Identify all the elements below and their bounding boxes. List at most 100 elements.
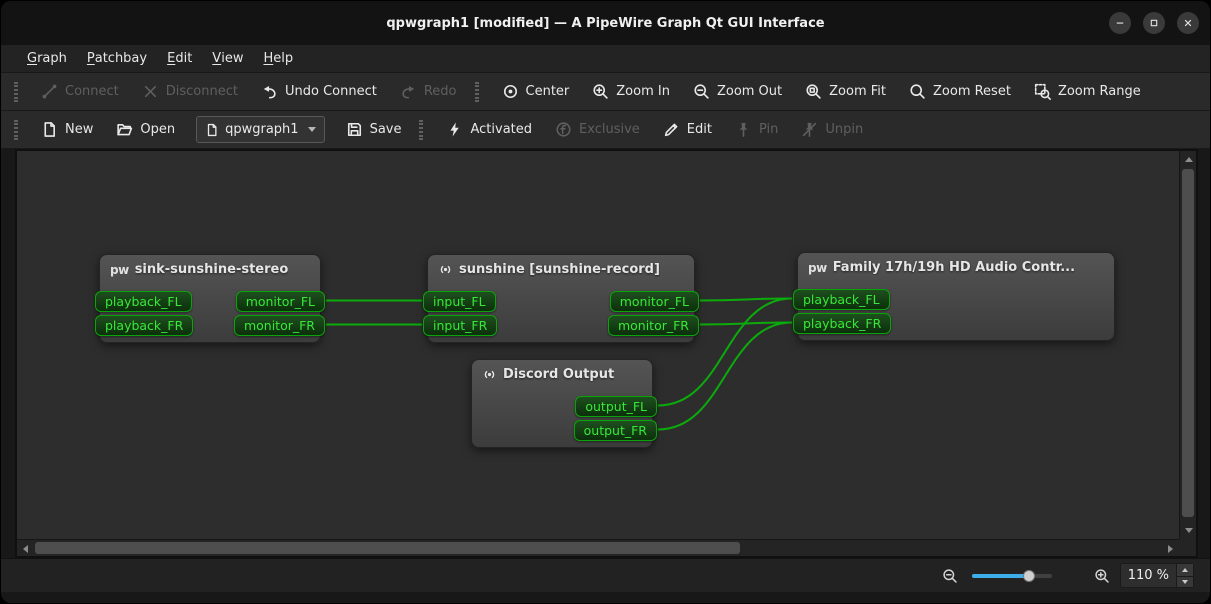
close-button[interactable] [1177, 12, 1199, 34]
port-output-fr[interactable]: output_FR [574, 420, 657, 441]
node-header: pw Family 17h/19h HD Audio Contr... [798, 253, 1114, 275]
port-monitor-fl[interactable]: monitor_FL [610, 291, 699, 312]
node-title: sink-sunshine-stereo [135, 262, 289, 277]
toolbar-handle[interactable] [14, 82, 18, 102]
button-label: Zoom Fit [829, 84, 886, 99]
node-header: pwsink-sunshine-stereo [100, 255, 320, 277]
undo-icon [261, 83, 278, 100]
zoom-decrement-button[interactable] [1177, 576, 1193, 588]
button-label: Redo [424, 84, 457, 99]
scroll-down-button[interactable] [1180, 522, 1197, 539]
unpin-button[interactable]: Unpin [791, 116, 873, 144]
open-button[interactable]: Open [106, 116, 185, 144]
monitor-icon [438, 262, 453, 277]
button-label: Zoom Out [717, 84, 782, 99]
exclusive-button[interactable]: Exclusive [545, 116, 650, 144]
graph-canvas[interactable]: pwsink-sunshine-stereoplayback_FLplaybac… [17, 151, 1179, 539]
port-playback-fr[interactable]: playback_FR [95, 315, 193, 336]
zoom-out-icon [693, 83, 710, 100]
node-family-17h-19h-hd-audio-contr[interactable]: pwFamily 17h/19h HD Audio Contr...playba… [797, 252, 1115, 341]
menu-bar: GraphPatchbayEditViewHelp [1, 45, 1210, 73]
button-label: Edit [687, 122, 712, 137]
port-playback-fl[interactable]: playback_FL [793, 289, 890, 310]
pipewire-icon: pw [808, 262, 827, 274]
toolbar-file: New Open qpwgraph1 Save Activated Exclusive Ed… [1, 111, 1210, 149]
status-zoom-in-button[interactable] [1094, 568, 1110, 584]
save-button[interactable]: Save [336, 116, 412, 144]
edit-button[interactable]: Edit [653, 116, 722, 144]
connect-button[interactable]: Connect [31, 78, 129, 106]
toolbar-handle[interactable] [14, 120, 18, 140]
port-input-fr[interactable]: input_FR [423, 315, 497, 336]
pin-icon [735, 121, 752, 138]
window-controls [1109, 12, 1199, 34]
zoom-in-icon [592, 83, 609, 100]
redo-icon [400, 83, 417, 100]
node-sink-sunshine-stereo[interactable]: pwsink-sunshine-stereoplayback_FLplaybac… [99, 254, 321, 343]
center-button[interactable]: Center [492, 78, 580, 106]
node-title: Discord Output [503, 367, 614, 382]
zoom-reset-button[interactable]: Zoom Reset [899, 78, 1021, 106]
zoom-in-button[interactable]: Zoom In [582, 78, 680, 106]
button-label: Disconnect [166, 84, 238, 99]
save-icon [346, 121, 363, 138]
port-monitor-fr[interactable]: monitor_FR [608, 315, 699, 336]
toolbar-handle[interactable] [475, 82, 479, 102]
zoom-spinbox[interactable]: 110 % [1120, 563, 1194, 588]
disconnect-button[interactable]: Disconnect [132, 78, 248, 106]
port-playback-fr[interactable]: playback_FR [793, 313, 891, 334]
scroll-left-button[interactable] [17, 540, 34, 557]
open-folder-icon [116, 121, 133, 138]
button-label: Center [526, 84, 570, 99]
title-bar[interactable]: qpwgraph1 [modified] — A PipeWire Graph … [1, 1, 1210, 45]
menu-view[interactable]: View [202, 45, 253, 72]
scroll-up-button[interactable] [1180, 151, 1197, 168]
window-title: qpwgraph1 [modified] — A PipeWire Graph … [386, 16, 824, 31]
menu-patchbay[interactable]: Patchbay [77, 45, 157, 72]
menu-edit[interactable]: Edit [157, 45, 202, 72]
button-label: Exclusive [579, 122, 640, 137]
undo-connect-button[interactable]: Undo Connect [251, 78, 387, 106]
new-button[interactable]: New [31, 116, 103, 144]
minimize-icon [1114, 17, 1126, 29]
minimize-button[interactable] [1109, 12, 1131, 34]
toolbar-handle[interactable] [419, 120, 423, 140]
zoom-out-icon [942, 568, 958, 584]
zoom-out-button[interactable]: Zoom Out [683, 78, 792, 106]
horizontal-scroll-thumb[interactable] [35, 542, 740, 554]
port-input-fl[interactable]: input_FL [423, 291, 496, 312]
button-label: Undo Connect [285, 84, 377, 99]
vertical-scrollbar[interactable] [1179, 151, 1196, 539]
pin-button[interactable]: Pin [725, 116, 788, 144]
menu-graph[interactable]: Graph [17, 45, 77, 72]
maximize-button[interactable] [1143, 12, 1165, 34]
zoom-increment-button[interactable] [1177, 564, 1193, 576]
button-label: New [65, 122, 93, 137]
zoom-slider-handle[interactable] [1023, 570, 1035, 582]
activated-button[interactable]: Activated [436, 116, 542, 144]
menu-help[interactable]: Help [253, 45, 303, 72]
port-playback-fl[interactable]: playback_FL [95, 291, 192, 312]
node-discord-output[interactable]: Discord Outputoutput_FLoutput_FR [471, 359, 653, 448]
node-sunshine-sunshine-record[interactable]: sunshine [sunshine-record]input_FLinput_… [427, 254, 695, 343]
edit-pencil-icon [663, 121, 680, 138]
port-monitor-fl[interactable]: monitor_FL [236, 291, 325, 312]
vertical-scroll-thumb[interactable] [1182, 169, 1194, 517]
zoom-range-button[interactable]: Zoom Range [1024, 78, 1151, 106]
close-icon [1182, 17, 1194, 29]
zoom-fit-button[interactable]: Zoom Fit [795, 78, 896, 106]
port-monitor-fr[interactable]: monitor_FR [234, 315, 325, 336]
node-header: sunshine [sunshine-record] [428, 255, 694, 277]
node-title: Family 17h/19h HD Audio Contr... [833, 260, 1075, 275]
status-zoom-out-button[interactable] [942, 568, 958, 584]
button-label: Zoom In [616, 84, 670, 99]
zoom-slider[interactable] [972, 568, 1052, 584]
port-output-fl[interactable]: output_FL [575, 396, 657, 417]
up-arrow-icon [1182, 568, 1188, 572]
zoom-slider-track[interactable] [972, 574, 1052, 578]
horizontal-scrollbar[interactable] [17, 539, 1179, 556]
scroll-right-button[interactable] [1162, 540, 1179, 557]
app-window: qpwgraph1 [modified] — A PipeWire Graph … [0, 0, 1211, 604]
patchbay-selector-combo[interactable]: qpwgraph1 [196, 116, 324, 143]
redo-button[interactable]: Redo [390, 78, 467, 106]
